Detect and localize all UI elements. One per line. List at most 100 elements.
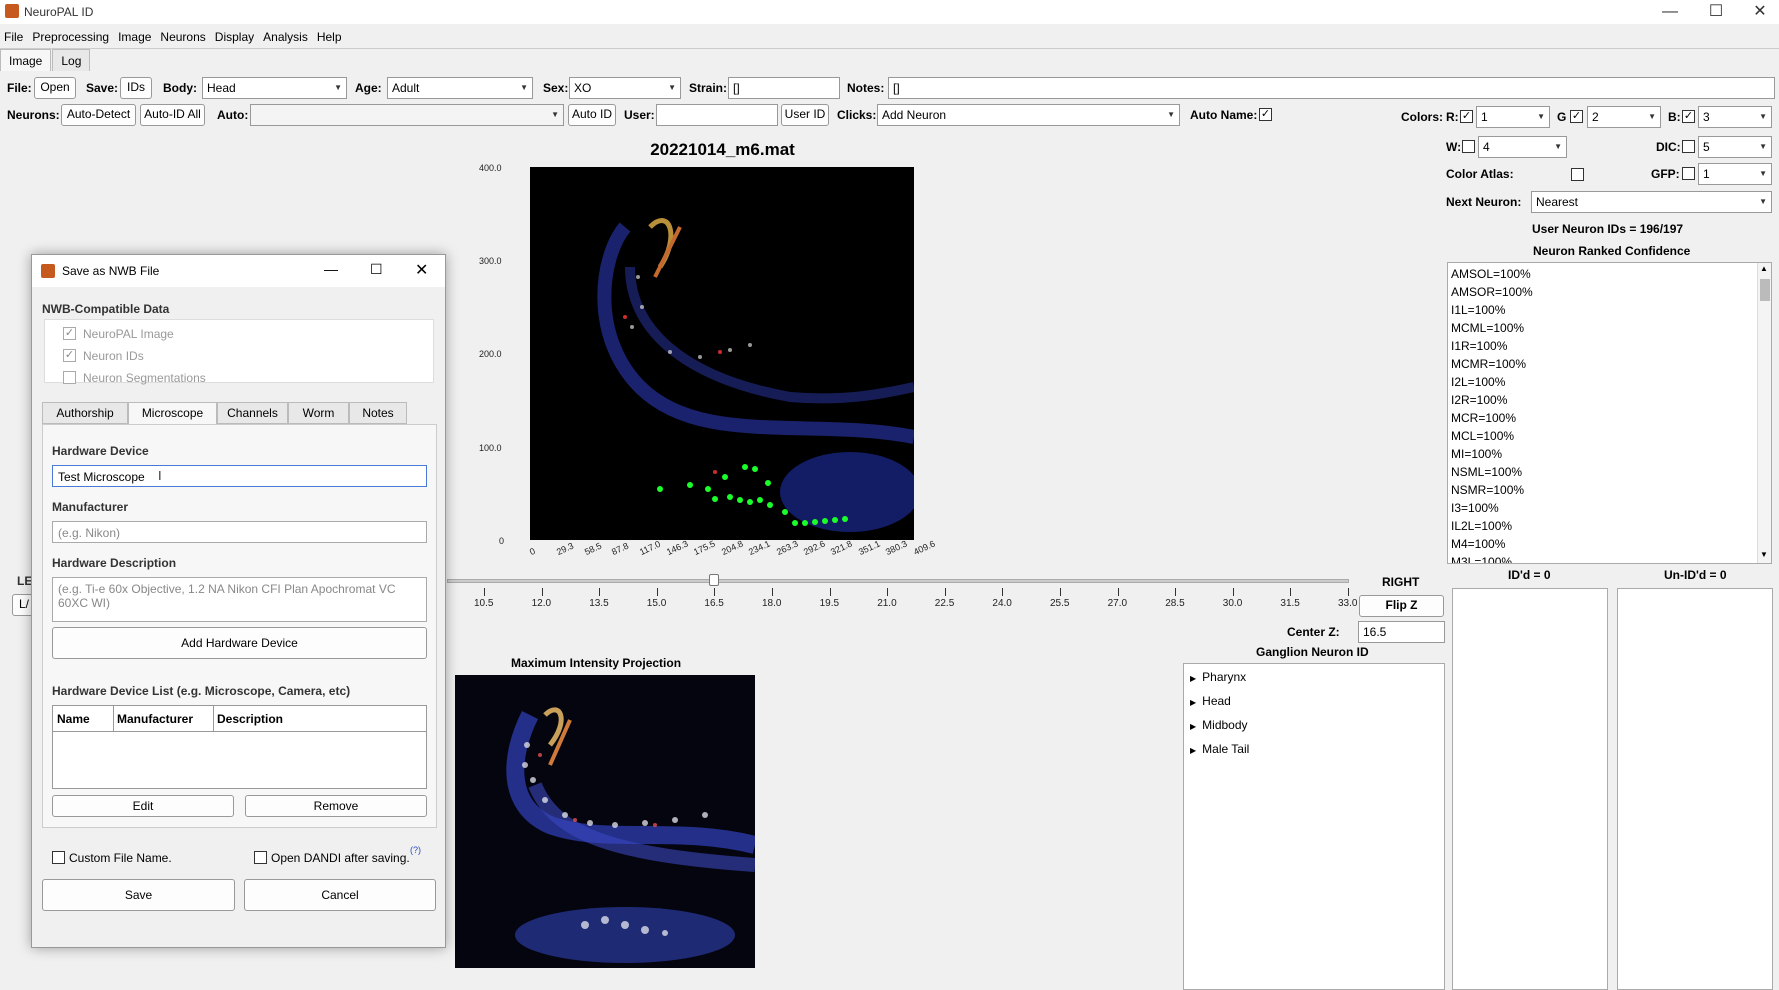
age-dropdown[interactable]: Adult [387, 77, 533, 99]
scrollbar-thumb[interactable] [1760, 279, 1770, 301]
user-id-button[interactable]: User ID [781, 104, 829, 126]
next-neuron-dropdown[interactable]: Nearest [1531, 191, 1772, 213]
scroll-down-icon[interactable]: ▼ [1760, 550, 1768, 559]
z-slider-thumb[interactable] [709, 574, 719, 586]
edit-button[interactable]: Edit [52, 795, 234, 817]
maximize-icon[interactable]: ☐ [370, 261, 383, 278]
expand-arrow-icon[interactable]: ▶ [1190, 698, 1196, 707]
z-slider-track[interactable] [447, 579, 1349, 583]
auto-name-checkbox[interactable] [1259, 108, 1272, 121]
list-item[interactable]: MCR=100% [1451, 409, 1768, 427]
list-item[interactable]: I2R=100% [1451, 391, 1768, 409]
tree-item-head[interactable]: ▶ Head [1190, 690, 1438, 714]
ranked-confidence-list[interactable]: AMSOL=100% AMSOR=100% I1L=100% MCML=100% I1R… [1447, 262, 1772, 564]
menu-preprocessing[interactable]: Preprocessing [32, 30, 109, 44]
list-item[interactable]: MI=100% [1451, 445, 1768, 463]
custom-filename-checkbox[interactable] [52, 851, 65, 864]
col-manufacturer[interactable]: Manufacturer [117, 712, 193, 726]
r-checkbox[interactable] [1460, 110, 1473, 123]
list-scrollbar[interactable]: ▲ ▼ [1757, 263, 1771, 563]
open-dandi-checkbox[interactable] [254, 851, 267, 864]
list-item[interactable]: MCL=100% [1451, 427, 1768, 445]
col-name[interactable]: Name [57, 712, 90, 726]
auto-detect-button[interactable]: Auto-Detect [61, 104, 136, 126]
open-button[interactable]: Open [34, 77, 76, 99]
list-item[interactable]: IL2L=100% [1451, 517, 1768, 535]
b-checkbox[interactable] [1682, 110, 1695, 123]
flip-z-button[interactable]: Flip Z [1359, 595, 1444, 617]
list-item[interactable]: NSMR=100% [1451, 481, 1768, 499]
manufacturer-field[interactable]: (e.g. Nikon) [52, 521, 427, 543]
w-checkbox[interactable] [1462, 140, 1475, 153]
maximize-icon[interactable]: ☐ [1696, 2, 1736, 22]
unided-list[interactable] [1617, 588, 1773, 990]
mip-image[interactable] [455, 675, 755, 968]
tab-channels[interactable]: Channels [217, 402, 288, 424]
menu-help[interactable]: Help [317, 30, 342, 44]
minimize-icon[interactable]: — [324, 261, 338, 277]
notes-field[interactable]: [] [888, 77, 1775, 99]
clicks-dropdown[interactable]: Add Neuron [877, 104, 1180, 126]
hardware-device-field[interactable]: Test Microscope [52, 465, 427, 487]
scroll-up-icon[interactable]: ▲ [1760, 264, 1768, 273]
dandi-help-link[interactable]: (?) [410, 845, 421, 855]
tab-image[interactable]: Image [0, 49, 52, 71]
tab-microscope[interactable]: Microscope [128, 402, 217, 424]
tab-log[interactable]: Log [52, 49, 91, 71]
expand-arrow-icon[interactable]: ▶ [1190, 722, 1196, 731]
tab-notes[interactable]: Notes [349, 402, 407, 424]
r-channel-dropdown[interactable]: 1 [1476, 106, 1550, 128]
gfp-channel-dropdown[interactable]: 1 [1698, 163, 1772, 185]
tree-item-male-tail[interactable]: ▶ Male Tail [1190, 738, 1438, 762]
w-channel-dropdown[interactable]: 4 [1478, 136, 1567, 158]
tree-item-pharynx[interactable]: ▶ Pharynx [1190, 666, 1438, 690]
expand-arrow-icon[interactable]: ▶ [1190, 746, 1196, 755]
menu-image[interactable]: Image [118, 30, 151, 44]
save-button[interactable]: Save [42, 879, 235, 911]
list-item[interactable]: M4=100% [1451, 535, 1768, 553]
menu-file[interactable]: File [4, 30, 23, 44]
color-atlas-checkbox[interactable] [1571, 168, 1584, 181]
hardware-description-field[interactable]: (e.g. Ti-e 60x Objective, 1.2 NA Nikon C… [52, 577, 427, 622]
ids-button[interactable]: IDs [120, 77, 152, 99]
body-dropdown[interactable]: Head [202, 77, 347, 99]
list-item[interactable]: NSML=100% [1451, 463, 1768, 481]
list-item[interactable]: AMSOL=100% [1451, 265, 1768, 283]
neuron-image-plot[interactable] [530, 167, 914, 540]
dic-channel-dropdown[interactable]: 5 [1698, 136, 1772, 158]
list-item[interactable]: MCMR=100% [1451, 355, 1768, 373]
list-item[interactable]: MCML=100% [1451, 319, 1768, 337]
neuron-ids-checkbox[interactable] [63, 349, 76, 362]
ided-list[interactable] [1452, 588, 1608, 990]
list-item[interactable]: I1R=100% [1451, 337, 1768, 355]
auto-id-all-button[interactable]: Auto-ID All [140, 104, 205, 126]
list-item[interactable]: I2L=100% [1451, 373, 1768, 391]
strain-field[interactable]: [] [728, 77, 840, 99]
tab-authorship[interactable]: Authorship [42, 402, 128, 424]
col-description[interactable]: Description [217, 712, 283, 726]
neuron-segmentations-checkbox[interactable] [63, 371, 76, 384]
menu-analysis[interactable]: Analysis [263, 30, 308, 44]
cancel-button[interactable]: Cancel [244, 879, 436, 911]
dic-checkbox[interactable] [1682, 140, 1695, 153]
ganglion-tree[interactable]: ▶ Pharynx ▶ Head ▶ Midbody ▶ Male Tail [1183, 663, 1445, 990]
remove-button[interactable]: Remove [245, 795, 427, 817]
g-checkbox[interactable] [1570, 110, 1583, 123]
auto-dropdown[interactable] [250, 104, 564, 126]
auto-id-button[interactable]: Auto ID [568, 104, 616, 126]
center-z-field[interactable]: 16.5 [1358, 621, 1445, 643]
menu-neurons[interactable]: Neurons [160, 30, 205, 44]
tab-worm[interactable]: Worm [288, 402, 349, 424]
menu-display[interactable]: Display [215, 30, 254, 44]
g-channel-dropdown[interactable]: 2 [1587, 106, 1661, 128]
neuropal-image-checkbox[interactable] [63, 327, 76, 340]
close-icon[interactable]: ✕ [415, 260, 428, 280]
sex-dropdown[interactable]: XO [569, 77, 681, 99]
gfp-checkbox[interactable] [1682, 167, 1695, 180]
user-field[interactable] [656, 104, 778, 126]
b-channel-dropdown[interactable]: 3 [1698, 106, 1772, 128]
minimize-icon[interactable]: — [1650, 2, 1690, 22]
tree-item-midbody[interactable]: ▶ Midbody [1190, 714, 1438, 738]
expand-arrow-icon[interactable]: ▶ [1190, 674, 1196, 683]
hardware-device-table[interactable]: Name Manufacturer Description [52, 705, 427, 789]
